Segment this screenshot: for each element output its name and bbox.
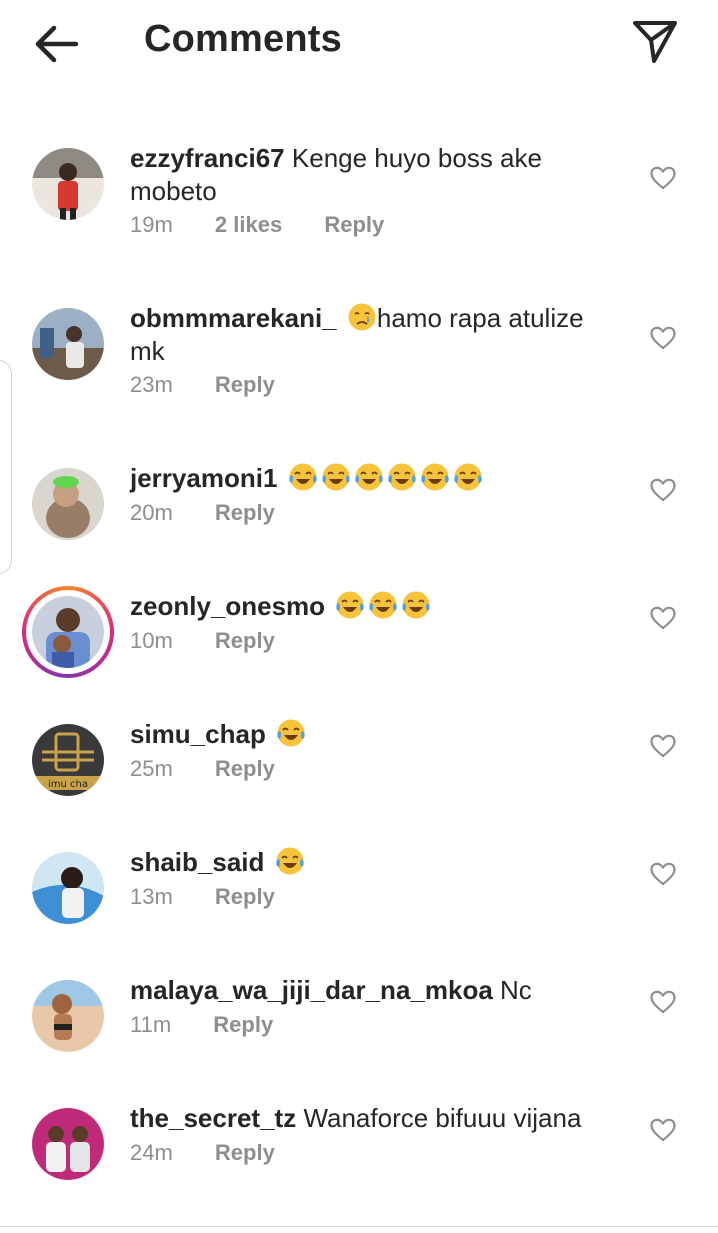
- comment-username[interactable]: simu_chap: [130, 719, 266, 749]
- comment-text: ezzyfranci67 Kenge huyo boss ake mobeto: [130, 142, 620, 208]
- comment-list: ezzyfranci67 Kenge huyo boss ake mobeto …: [0, 118, 718, 1206]
- comment-meta: 24m Reply: [130, 1140, 311, 1166]
- comment-text: the_secret_tz Wanaforce bifuuu vijana: [130, 1102, 620, 1135]
- comment-username[interactable]: jerryamoni1: [130, 463, 277, 493]
- heart-icon[interactable]: [650, 606, 676, 630]
- avatar[interactable]: imu cha: [32, 724, 104, 796]
- comment-time: 25m: [130, 756, 173, 781]
- comment-username[interactable]: obmmmarekani_: [130, 303, 337, 333]
- comment-likes[interactable]: 2 likes: [215, 212, 282, 237]
- comment-username[interactable]: the_secret_tz: [130, 1103, 296, 1133]
- comment-time: 23m: [130, 372, 173, 397]
- reply-button[interactable]: Reply: [215, 500, 275, 525]
- comment-username[interactable]: zeonly_onesmo: [130, 591, 325, 621]
- comment-meta: 13m Reply: [130, 884, 311, 910]
- avatar-logo-text: imu cha: [48, 779, 88, 790]
- avatar[interactable]: [32, 468, 104, 540]
- crying-face-emoji: [348, 303, 376, 331]
- comment-item: the_secret_tz Wanaforce bifuuu vijana 24…: [0, 1078, 718, 1206]
- comment-text: obmmmarekani_ hamo rapa atulize mk: [130, 302, 620, 368]
- reply-button[interactable]: Reply: [324, 212, 384, 237]
- tears-of-joy-emoji: [275, 847, 304, 875]
- reply-button[interactable]: Reply: [215, 1140, 275, 1165]
- comment-meta: 19m 2 likes Reply: [130, 212, 420, 238]
- tears-of-joy-emoji: [277, 719, 305, 747]
- reply-button[interactable]: Reply: [215, 756, 275, 781]
- comment-meta: 25m Reply: [130, 756, 311, 782]
- comment-username[interactable]: ezzyfranci67: [130, 143, 285, 173]
- comment-meta: 10m Reply: [130, 628, 311, 654]
- heart-icon[interactable]: [650, 478, 676, 502]
- back-button[interactable]: [30, 22, 82, 66]
- comment-time: 11m: [130, 1012, 172, 1037]
- comment-time: 10m: [130, 628, 173, 653]
- tears-of-joy-emoji: [453, 463, 482, 491]
- tears-of-joy-emoji: [420, 463, 449, 491]
- reply-button[interactable]: Reply: [215, 372, 275, 397]
- comment-time: 19m: [130, 212, 173, 237]
- comment-item: jerryamoni1 20m Reply: [0, 438, 718, 566]
- comment-item: obmmmarekani_ hamo rapa atulize mk 23m R…: [0, 278, 718, 438]
- comment-text: malaya_wa_jiji_dar_na_mkoa Nc: [130, 974, 620, 1007]
- page-title: Comments: [144, 18, 342, 60]
- reply-button[interactable]: Reply: [215, 628, 275, 653]
- heart-icon[interactable]: [650, 1118, 676, 1142]
- comment-item: zeonly_onesmo 10m Reply: [0, 566, 718, 694]
- story-ring[interactable]: [22, 586, 114, 678]
- comment-meta: 23m Reply: [130, 372, 311, 398]
- divider: [0, 1226, 718, 1227]
- heart-icon[interactable]: [650, 862, 676, 886]
- paper-plane-icon: [633, 21, 677, 63]
- tears-of-joy-emoji: [321, 463, 350, 491]
- reply-button[interactable]: Reply: [215, 884, 275, 909]
- avatar[interactable]: [32, 596, 104, 668]
- tears-of-joy-emoji: [369, 591, 397, 619]
- heart-icon[interactable]: [650, 990, 676, 1014]
- comment-body: Nc: [500, 975, 532, 1005]
- comment-text: simu_chap: [130, 718, 620, 751]
- arrow-left-icon: [35, 25, 79, 63]
- comment-body: Wanaforce bifuuu vijana: [303, 1103, 582, 1133]
- comment-meta: 20m Reply: [130, 500, 311, 526]
- avatar[interactable]: [32, 852, 104, 924]
- avatar[interactable]: [32, 1108, 104, 1180]
- comment-text: jerryamoni1: [130, 462, 620, 495]
- comment-item: imu cha simu_chap 25m Reply: [0, 694, 718, 822]
- tears-of-joy-emoji: [354, 463, 383, 491]
- comment-username[interactable]: malaya_wa_jiji_dar_na_mkoa: [130, 975, 493, 1005]
- tears-of-joy-emoji: [336, 591, 364, 619]
- tears-of-joy-emoji: [387, 463, 416, 491]
- heart-icon[interactable]: [650, 166, 676, 190]
- tears-of-joy-emoji: [288, 463, 317, 491]
- comment-time: 24m: [130, 1140, 173, 1165]
- avatar[interactable]: [32, 148, 104, 220]
- avatar[interactable]: [32, 308, 104, 380]
- comment-item: malaya_wa_jiji_dar_na_mkoa Nc 11m Reply: [0, 950, 718, 1078]
- comment-username[interactable]: shaib_said: [130, 847, 264, 877]
- comment-text: shaib_said: [130, 846, 620, 879]
- comment-meta: 11m Reply: [130, 1012, 309, 1038]
- heart-icon[interactable]: [650, 326, 676, 350]
- heart-icon[interactable]: [650, 734, 676, 758]
- comment-text: zeonly_onesmo: [130, 590, 620, 623]
- comment-item: shaib_said 13m Reply: [0, 822, 718, 950]
- comment-time: 20m: [130, 500, 173, 525]
- top-bar: Comments: [0, 0, 718, 90]
- comment-item: ezzyfranci67 Kenge huyo boss ake mobeto …: [0, 118, 718, 278]
- tears-of-joy-emoji: [402, 591, 430, 619]
- avatar[interactable]: [32, 980, 104, 1052]
- comment-time: 13m: [130, 884, 173, 909]
- share-button[interactable]: [630, 16, 680, 66]
- reply-button[interactable]: Reply: [213, 1012, 273, 1037]
